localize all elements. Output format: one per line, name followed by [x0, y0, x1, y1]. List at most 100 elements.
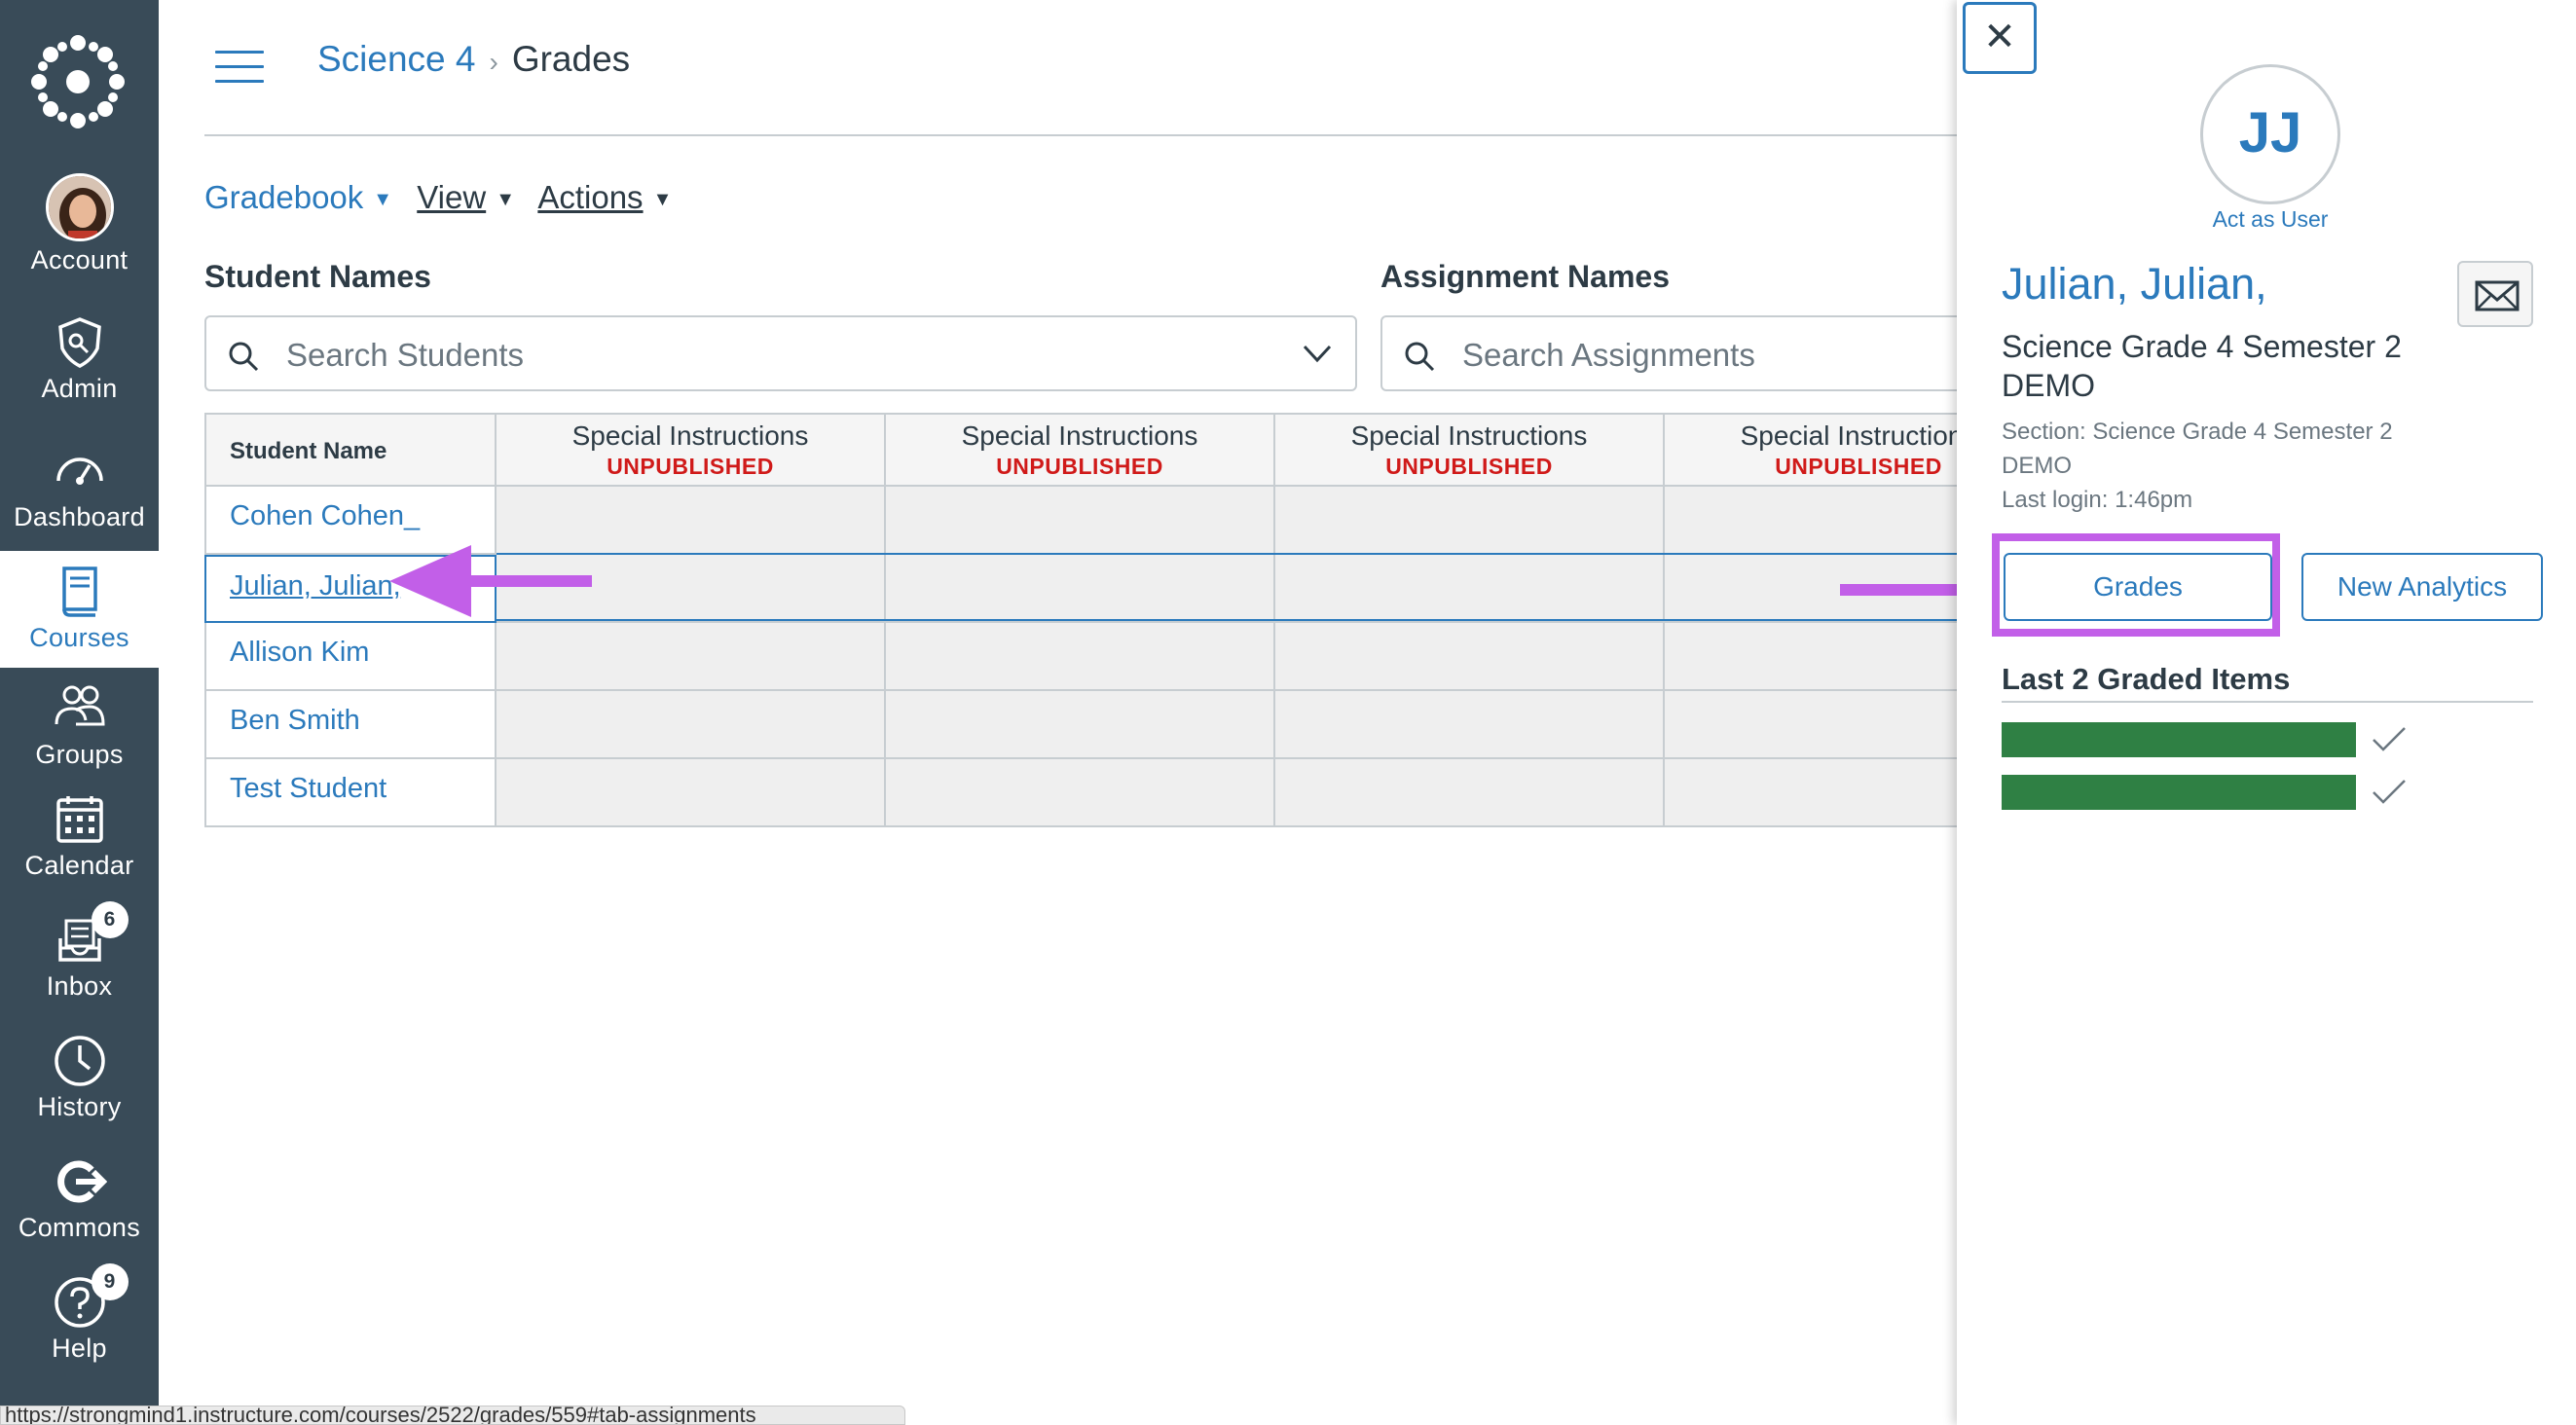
view-menu[interactable]: View ▼ [417, 179, 515, 215]
nav-history-label: History [37, 1092, 122, 1121]
nav-inbox[interactable]: 6 Inbox [0, 901, 159, 1010]
assignment-column-header[interactable]: Special Instructions UNPUBLISHED [497, 413, 886, 487]
gradebook-grid: Student Name Special Instructions UNPUBL… [204, 413, 2054, 827]
grade-cell[interactable] [1275, 623, 1665, 691]
nav-account[interactable]: Account [0, 173, 159, 288]
student-row-name[interactable]: Allison Kim [204, 623, 497, 691]
search-icon [1405, 342, 1435, 372]
app-window: Account Admin Dashboard Courses Groups C… [0, 0, 2576, 1425]
close-icon: ✕ [1983, 16, 2016, 58]
grade-cell[interactable] [886, 623, 1275, 691]
grade-cell[interactable] [497, 691, 886, 759]
header-divider [204, 134, 1957, 136]
assignment-names-label: Assignment Names [1380, 259, 1670, 294]
caret-down-icon: ▼ [496, 188, 515, 210]
commons-icon [56, 1160, 107, 1203]
grade-cell[interactable] [1275, 759, 1665, 827]
status-url-text: https://strongmind1.instructure.com/cour… [5, 1406, 756, 1425]
student-name-link[interactable]: Julian, Julian, [2002, 259, 2267, 310]
status-bar-url: https://strongmind1.instructure.com/cour… [0, 1406, 905, 1425]
nav-dashboard[interactable]: Dashboard [0, 444, 159, 541]
assignment-column-header[interactable]: Special Instructions UNPUBLISHED [886, 413, 1275, 487]
assignment-search-input[interactable]: Search Assignments [1380, 315, 1984, 391]
calendar-icon [55, 796, 103, 843]
people-icon [55, 685, 105, 726]
search-icon [229, 342, 259, 372]
checkmark-icon [2373, 727, 2406, 751]
nav-admin[interactable]: Admin [0, 315, 159, 413]
assignment-column-header[interactable]: Special Instructions UNPUBLISHED [1275, 413, 1665, 487]
envelope-icon [2475, 280, 2520, 311]
canvas-logo-icon[interactable] [29, 33, 127, 130]
nav-groups-label: Groups [35, 740, 124, 769]
clock-icon [54, 1036, 105, 1086]
grade-cell[interactable] [886, 691, 1275, 759]
assignment-title: Special Instructions [571, 420, 809, 451]
actions-menu[interactable]: Actions ▼ [537, 179, 672, 215]
grade-cell[interactable] [886, 487, 1275, 555]
book-icon [61, 566, 97, 617]
assignment-title: Special Instructions [961, 420, 1198, 451]
gradebook-menu[interactable]: Gradebook ▼ [204, 179, 392, 215]
nav-help[interactable]: 9 Help [0, 1263, 159, 1372]
caret-down-icon: ▼ [373, 188, 393, 210]
student-search-placeholder: Search Students [286, 337, 524, 373]
grade-cell[interactable] [1275, 487, 1665, 555]
close-tray-button[interactable]: ✕ [1963, 2, 2037, 74]
student-name-link[interactable]: Allison Kim [230, 637, 369, 669]
student-search-input[interactable]: Search Students [204, 315, 1357, 391]
breadcrumb: Science 4 › Grades [317, 39, 630, 80]
student-name-header[interactable]: Student Name [204, 413, 497, 487]
view-menu-label: View [417, 179, 487, 215]
grade-cell[interactable] [497, 623, 886, 691]
nav-inbox-label: Inbox [46, 971, 113, 1001]
hamburger-menu-icon[interactable] [215, 51, 264, 84]
nav-courses-label: Courses [29, 623, 129, 652]
selected-row-highlight [497, 553, 1957, 621]
student-name-link[interactable]: Julian, Julian, [230, 570, 401, 603]
grades-button[interactable]: Grades [2004, 553, 2272, 621]
global-nav: Account Admin Dashboard Courses Groups C… [0, 0, 159, 1425]
student-row-name[interactable]: Ben Smith [204, 691, 497, 759]
graded-item-bar[interactable] [2002, 775, 2356, 810]
course-name: Science Grade 4 Semester 2 DEMO [2002, 329, 2402, 403]
student-row-name[interactable]: Test Student [204, 759, 497, 827]
send-message-button[interactable] [2457, 261, 2533, 327]
student-name-link[interactable]: Cohen Cohen_ [230, 500, 420, 532]
breadcrumb-current-page: Grades [511, 39, 631, 79]
student-name-link[interactable]: Ben Smith [230, 705, 360, 737]
inbox-icon-wrap: 6 [53, 901, 129, 968]
grade-cell[interactable] [886, 759, 1275, 827]
chevron-down-icon[interactable] [1303, 343, 1332, 364]
help-badge: 9 [91, 1263, 129, 1300]
nav-calendar[interactable]: Calendar [0, 792, 159, 890]
avatar [45, 173, 114, 241]
last-graded-items-title: Last 2 Graded Items [2002, 662, 2291, 696]
last-graded-divider [2002, 701, 2533, 703]
breadcrumb-separator-icon: › [489, 47, 498, 77]
nav-commons[interactable]: Commons [0, 1154, 159, 1252]
unpublished-label: UNPUBLISHED [996, 454, 1163, 479]
graded-item-bar[interactable] [2002, 722, 2356, 757]
gradebook-toolbar: Gradebook ▼ View ▼ Actions ▼ [204, 179, 687, 216]
unpublished-label: UNPUBLISHED [1385, 454, 1553, 479]
student-name-link[interactable]: Test Student [230, 773, 386, 805]
unpublished-label: UNPUBLISHED [607, 454, 774, 479]
act-as-user-link[interactable]: Act as User [2142, 206, 2399, 233]
grade-cell[interactable] [1275, 691, 1665, 759]
nav-groups[interactable]: Groups [0, 681, 159, 779]
help-icon-wrap: 9 [53, 1263, 129, 1330]
new-analytics-button[interactable]: New Analytics [2301, 553, 2543, 621]
actions-menu-label: Actions [537, 179, 644, 215]
nav-commons-label: Commons [18, 1213, 141, 1242]
grade-cell[interactable] [497, 759, 886, 827]
assignment-title: Special Instructions [1350, 420, 1588, 451]
nav-courses[interactable]: Courses [0, 551, 159, 668]
annotation-arrow-left-icon [389, 545, 592, 617]
nav-admin-label: Admin [41, 374, 118, 403]
student-names-label: Student Names [204, 259, 431, 294]
section-line: Section: Science Grade 4 Semester 2 [2002, 419, 2393, 445]
nav-history[interactable]: History [0, 1034, 159, 1131]
breadcrumb-course-link[interactable]: Science 4 [317, 39, 476, 79]
nav-account-label: Account [30, 245, 129, 274]
